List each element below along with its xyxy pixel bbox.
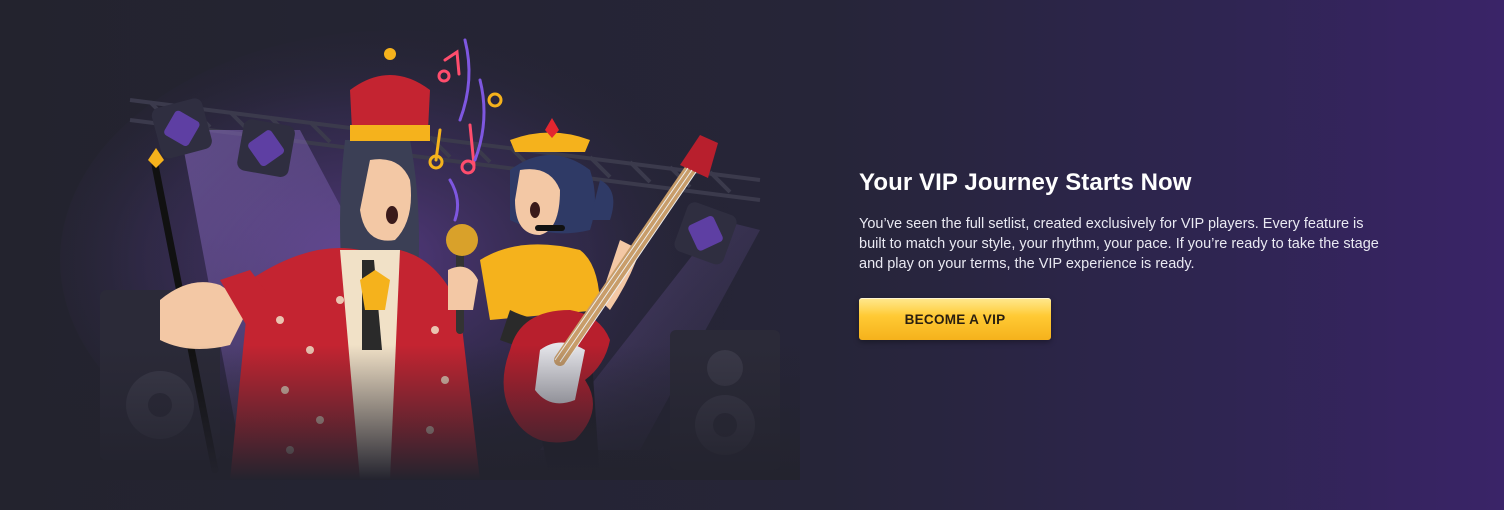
become-vip-button[interactable]: BECOME A VIP: [859, 298, 1051, 340]
vip-rockstars-illustration: [40, 30, 800, 480]
page-title: Your VIP Journey Starts Now: [859, 169, 1192, 196]
vip-copy-block: Your VIP Journey Starts Now You’ve seen …: [859, 166, 1419, 340]
vip-banner: Your VIP Journey Starts Now You’ve seen …: [0, 0, 1504, 510]
description-text: You’ve seen the full setlist, created ex…: [859, 216, 1379, 272]
